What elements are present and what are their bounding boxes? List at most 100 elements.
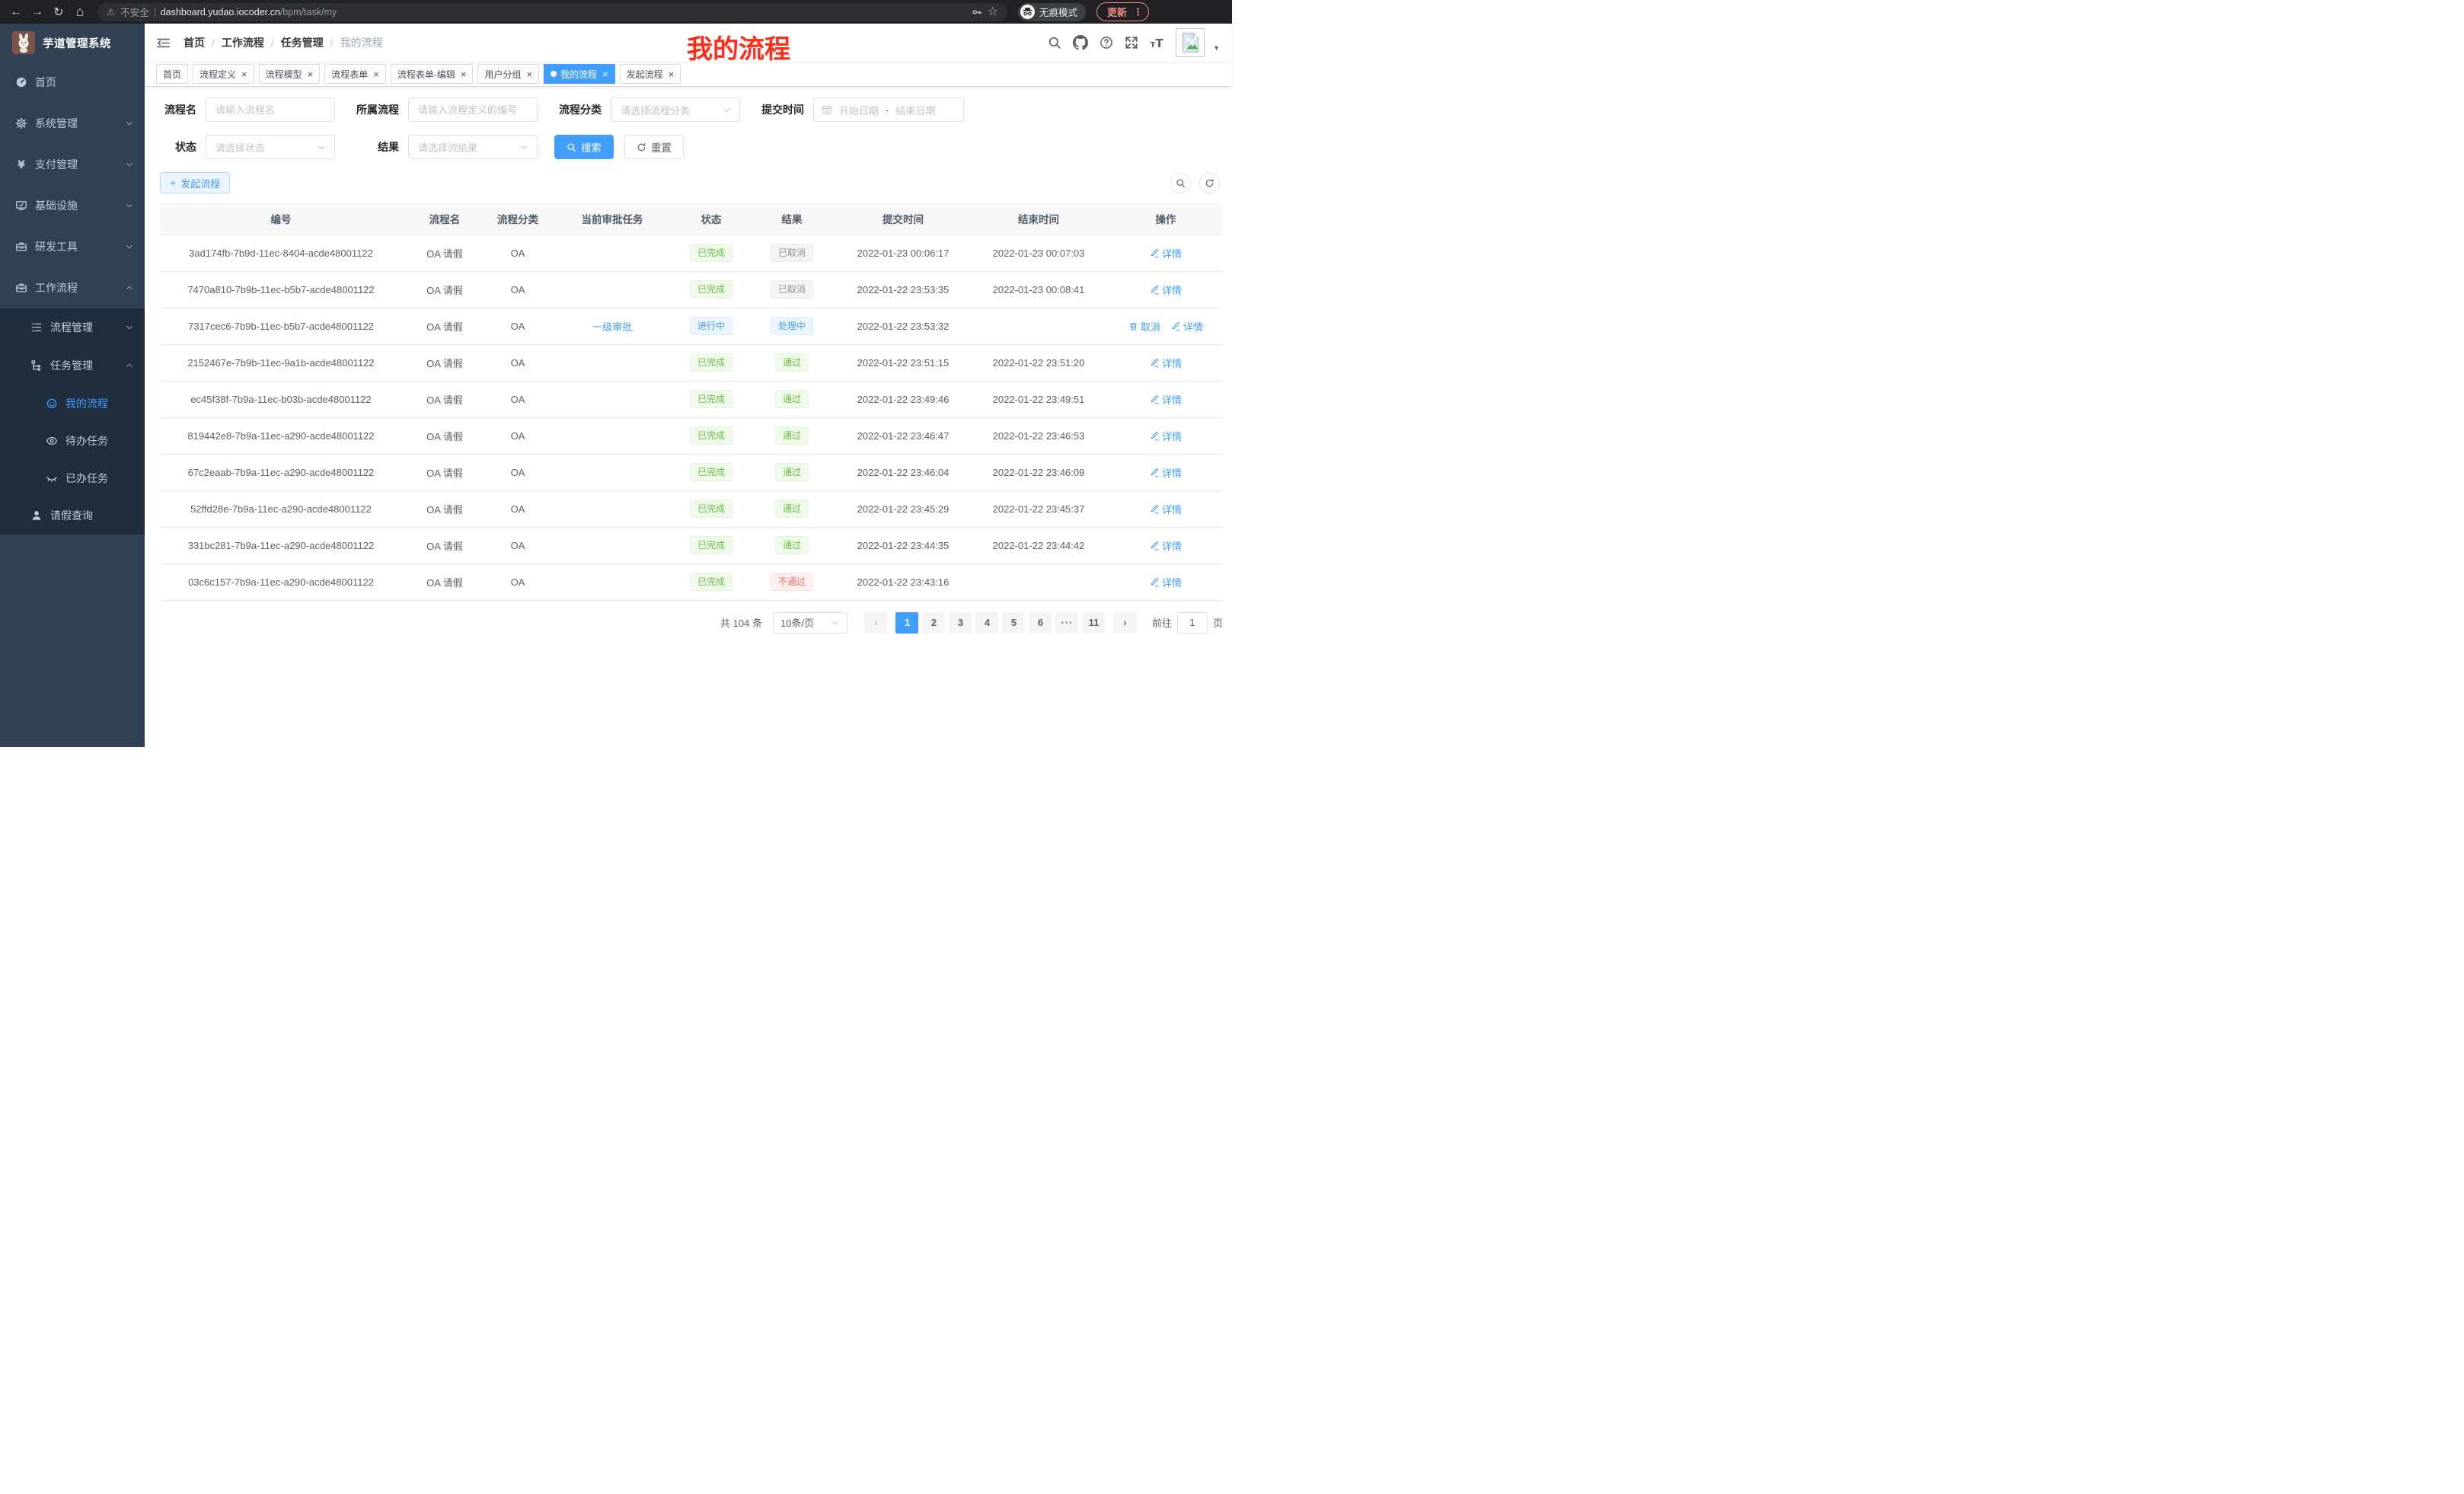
- page-size-select[interactable]: 10条/页: [773, 612, 847, 634]
- page-button-5[interactable]: 5: [1002, 612, 1025, 634]
- sidebar-item-task-mgmt[interactable]: 任务管理: [0, 346, 145, 385]
- page-button-3[interactable]: 3: [949, 612, 972, 634]
- detail-link[interactable]: 详情: [1150, 575, 1182, 589]
- tab-process-form[interactable]: 流程表单×: [324, 64, 386, 84]
- fullscreen-icon[interactable]: [1125, 36, 1138, 49]
- reset-button[interactable]: 重置: [624, 135, 684, 159]
- detail-link[interactable]: 详情: [1150, 429, 1182, 443]
- close-icon[interactable]: ×: [241, 69, 247, 79]
- sidebar-item-process-mgmt[interactable]: 流程管理: [0, 308, 145, 346]
- bookmark-star-icon[interactable]: ☆: [988, 6, 998, 18]
- task-link[interactable]: 一级审批: [592, 319, 632, 334]
- address-bar[interactable]: ⚠ 不安全 dashboard.yudao.iocoder.cn /bpm/ta…: [97, 3, 1007, 21]
- page-button-ellipsis[interactable]: ···: [1055, 612, 1078, 634]
- page-button-6[interactable]: 6: [1029, 612, 1052, 634]
- detail-link[interactable]: 详情: [1150, 392, 1182, 407]
- cancel-link[interactable]: 取消: [1128, 319, 1160, 334]
- chevron-down-icon: [831, 618, 840, 627]
- breadcrumb-item[interactable]: 首页: [184, 35, 205, 50]
- sidebar-item-devtools[interactable]: 研发工具: [0, 226, 145, 267]
- breadcrumb-item[interactable]: 任务管理: [281, 35, 324, 50]
- select-placeholder: 请选择流结果: [418, 140, 477, 155]
- eye-closed-icon: [46, 472, 58, 484]
- forward-icon[interactable]: →: [27, 2, 47, 22]
- caret-down-icon[interactable]: ▼: [1213, 44, 1220, 52]
- close-icon[interactable]: ×: [526, 69, 532, 79]
- browser-menu-icon[interactable]: ⋮: [1133, 6, 1143, 18]
- edit-icon: [1150, 285, 1160, 295]
- process-category-select[interactable]: 请选择流程分类: [611, 97, 740, 122]
- start-process-button[interactable]: + 发起流程: [160, 172, 230, 193]
- goto-page-input[interactable]: [1177, 612, 1208, 634]
- status-select[interactable]: 请选择状态: [206, 135, 335, 159]
- sidebar-item-home[interactable]: 首页: [0, 62, 145, 103]
- prev-page-button[interactable]: ‹: [864, 612, 887, 634]
- close-icon[interactable]: ×: [373, 69, 379, 79]
- font-size-icon[interactable]: TT: [1150, 36, 1164, 50]
- next-page-button[interactable]: ›: [1113, 612, 1136, 634]
- page-button-4[interactable]: 4: [975, 612, 998, 634]
- close-icon[interactable]: ×: [602, 69, 608, 79]
- update-button[interactable]: 更新 ⋮: [1096, 2, 1149, 21]
- table-row: 2152467e-7b9b-11ec-9a1b-acde48001122OA 请…: [160, 344, 1223, 381]
- page-button-11[interactable]: 11: [1082, 612, 1105, 634]
- github-icon[interactable]: [1073, 35, 1088, 50]
- process-name-input[interactable]: [206, 97, 335, 122]
- cell-category: OA: [487, 527, 548, 563]
- edit-icon: [1150, 468, 1160, 477]
- sidebar-item-system[interactable]: 系统管理: [0, 103, 145, 144]
- status-badge: 已完成: [690, 426, 732, 445]
- close-icon[interactable]: ×: [308, 69, 314, 79]
- tab-process-definition[interactable]: 流程定义×: [193, 64, 254, 84]
- search-button[interactable]: 搜索: [554, 135, 614, 159]
- refresh-table-button[interactable]: [1199, 173, 1220, 193]
- detail-link[interactable]: 详情: [1150, 356, 1182, 370]
- page-button-1[interactable]: 1: [895, 612, 918, 634]
- tab-process-model[interactable]: 流程模型×: [259, 64, 321, 84]
- process-name-label: 流程名: [160, 102, 196, 117]
- cell-operations: 详情: [1109, 454, 1223, 490]
- column-header: 结束时间: [969, 203, 1109, 235]
- detail-link[interactable]: 详情: [1150, 465, 1182, 480]
- tab-home[interactable]: 首页: [156, 64, 188, 84]
- tab-start-process[interactable]: 发起流程×: [620, 64, 681, 84]
- help-icon[interactable]: [1100, 36, 1113, 49]
- cell-operations: 详情: [1109, 490, 1223, 527]
- filter-row-2: 状态 请选择状态 结果 请选择流结果 搜索: [160, 135, 1223, 159]
- close-icon[interactable]: ×: [669, 69, 675, 79]
- search-icon[interactable]: [1048, 36, 1061, 49]
- detail-link[interactable]: 详情: [1150, 502, 1182, 516]
- sidebar-item-my-process[interactable]: 我的流程: [0, 385, 145, 422]
- detail-link[interactable]: 详情: [1150, 246, 1182, 260]
- sidebar-item-done-task[interactable]: 已办任务: [0, 459, 145, 496]
- reload-icon[interactable]: ↻: [49, 2, 69, 22]
- sidebar-item-todo-task[interactable]: 待办任务: [0, 422, 145, 459]
- avatar[interactable]: [1176, 28, 1205, 57]
- cell-submit-time: 2022-01-22 23:53:32: [838, 308, 969, 344]
- close-icon[interactable]: ×: [461, 69, 467, 79]
- cell-status: 已完成: [676, 490, 746, 527]
- detail-link[interactable]: 详情: [1171, 319, 1203, 334]
- sidebar-item-infra[interactable]: 基础设施: [0, 185, 145, 226]
- tab-user-group[interactable]: 用户分组×: [477, 64, 539, 84]
- breadcrumb-item[interactable]: 工作流程: [222, 35, 264, 50]
- sidebar-item-workflow[interactable]: 工作流程: [0, 267, 145, 308]
- home-icon[interactable]: ⌂: [70, 2, 90, 22]
- page-button-2[interactable]: 2: [922, 612, 945, 634]
- detail-link[interactable]: 详情: [1150, 283, 1182, 297]
- toggle-search-button[interactable]: [1170, 173, 1191, 193]
- process-definition-input[interactable]: [408, 97, 538, 122]
- detail-link[interactable]: 详情: [1150, 538, 1182, 553]
- key-icon[interactable]: [972, 7, 982, 18]
- tab-my-process[interactable]: 我的流程×: [544, 64, 615, 84]
- result-select[interactable]: 请选择流结果: [408, 135, 538, 159]
- submit-time-range-picker[interactable]: 开始日期 - 结束日期: [813, 97, 964, 122]
- hamburger-icon[interactable]: [157, 37, 170, 49]
- back-icon[interactable]: ←: [6, 2, 26, 22]
- sidebar-item-payment[interactable]: ¥支付管理: [0, 144, 145, 185]
- cell-name: OA 请假: [402, 527, 487, 563]
- table-header-row: 编号流程名流程分类当前审批任务状态结果提交时间结束时间操作: [160, 203, 1223, 235]
- tab-process-form-edit[interactable]: 流程表单-编辑×: [391, 64, 474, 84]
- status-badge: 已完成: [690, 500, 732, 518]
- sidebar-item-leave-query[interactable]: 请假查询: [0, 496, 145, 535]
